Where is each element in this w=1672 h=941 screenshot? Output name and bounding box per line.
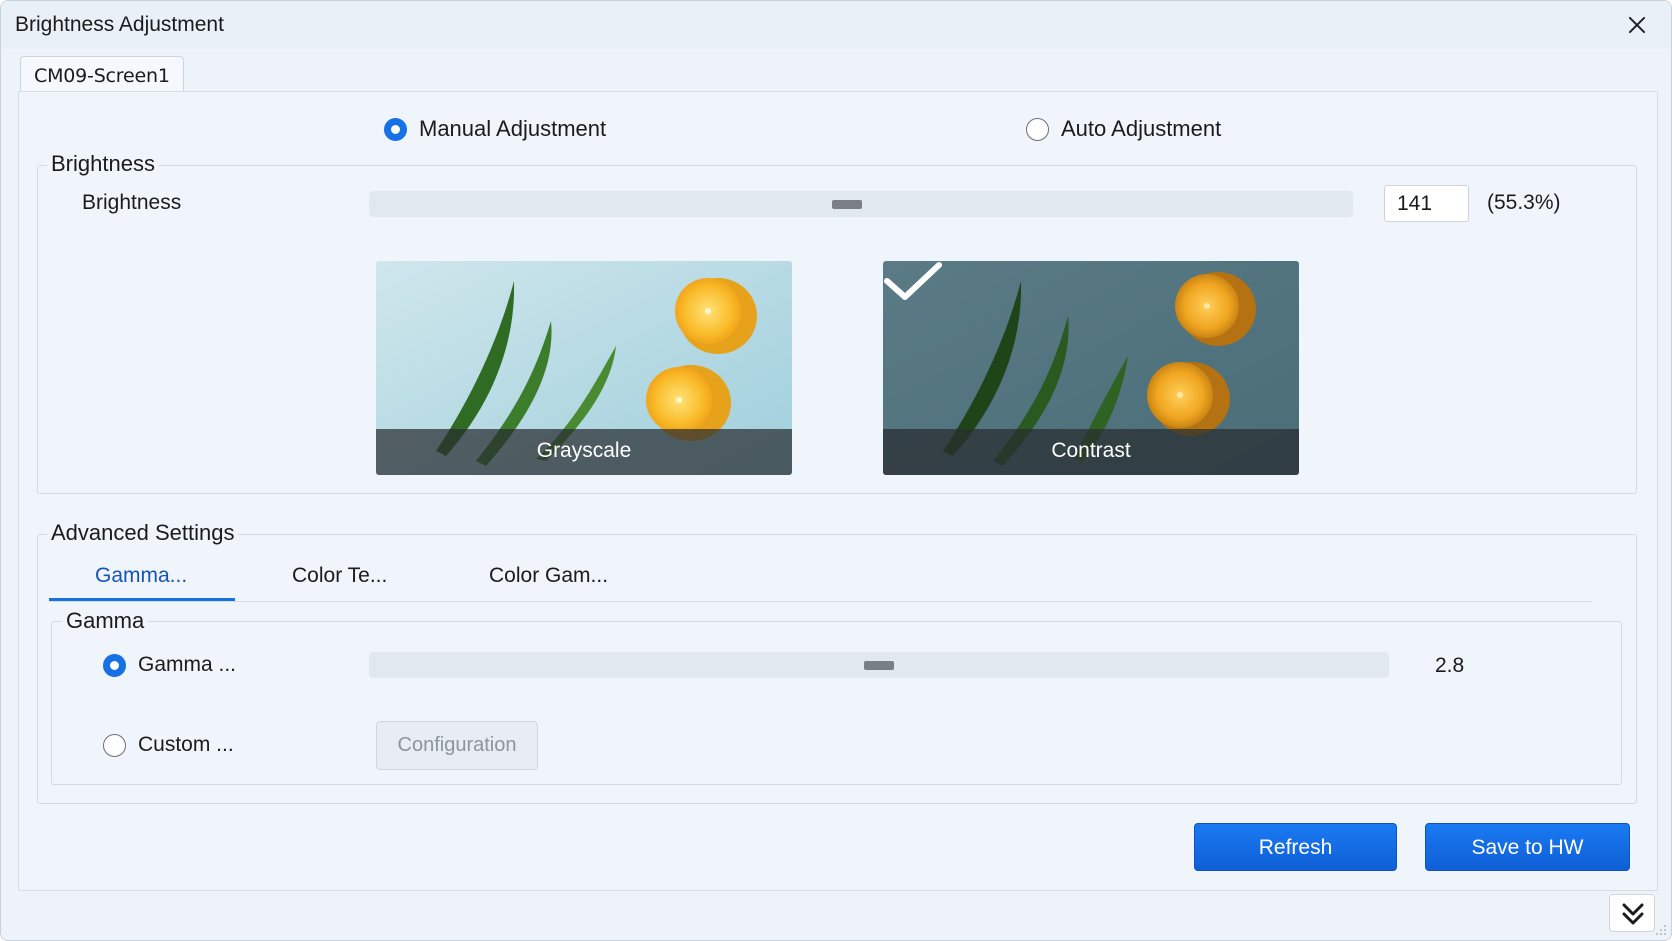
gamma-preset-radio[interactable]: Gamma ...	[103, 653, 236, 677]
contrast-caption: Contrast	[1051, 439, 1131, 462]
manual-adjustment-label: Manual Adjustment	[419, 116, 607, 141]
radio-checked-icon	[384, 117, 407, 141]
brightness-value-input[interactable]: 141	[1384, 185, 1469, 222]
brightness-slider-handle[interactable]	[832, 200, 862, 209]
close-icon[interactable]	[1623, 11, 1651, 39]
radio-unchecked-icon	[103, 733, 126, 757]
tab-divider	[49, 601, 1592, 602]
checkmark-icon	[884, 262, 942, 300]
advanced-settings-title: Advanced Settings	[47, 520, 239, 546]
brightness-percent: (55.3%)	[1487, 191, 1561, 214]
tab-color-temperature[interactable]: Color Te...	[292, 564, 387, 588]
title-bar: Brightness Adjustment	[1, 1, 1671, 49]
grayscale-preview[interactable]: Grayscale	[376, 261, 792, 475]
tab-gamma[interactable]: Gamma...	[95, 564, 187, 588]
expand-button[interactable]	[1609, 894, 1655, 932]
active-tab-indicator	[49, 598, 235, 601]
brightness-slider[interactable]	[369, 191, 1353, 217]
radio-unchecked-icon	[1026, 117, 1049, 141]
refresh-button[interactable]: Refresh	[1194, 823, 1397, 871]
custom-gamma-label: Custom ...	[138, 733, 234, 756]
configuration-button[interactable]: Configuration	[376, 721, 538, 770]
contrast-preview[interactable]: Contrast	[883, 261, 1299, 475]
gamma-value: 2.8	[1435, 654, 1465, 677]
tab-cm09-screen1[interactable]: CM09-Screen1	[20, 56, 184, 92]
gamma-slider[interactable]	[369, 652, 1389, 678]
radio-checked-icon	[103, 653, 126, 677]
custom-gamma-radio[interactable]: Custom ...	[103, 733, 234, 757]
gamma-group-title: Gamma	[62, 608, 149, 634]
double-chevron-down-icon	[1622, 903, 1644, 925]
gamma-group	[51, 621, 1622, 785]
auto-adjustment-label: Auto Adjustment	[1061, 116, 1222, 141]
manual-adjustment-radio[interactable]: Manual Adjustment	[384, 116, 606, 142]
save-to-hw-button[interactable]: Save to HW	[1425, 823, 1630, 871]
tab-color-gamut[interactable]: Color Gam...	[489, 564, 608, 588]
gamma-preset-label: Gamma ...	[138, 653, 237, 676]
gamma-slider-handle[interactable]	[864, 661, 894, 670]
auto-adjustment-radio[interactable]: Auto Adjustment	[1026, 116, 1221, 142]
grayscale-caption: Grayscale	[536, 439, 632, 462]
window-title: Brightness Adjustment	[15, 13, 224, 36]
resize-grip-icon[interactable]	[1655, 924, 1667, 936]
brightness-adjustment-dialog: Brightness Adjustment CM09-Screen1 Manua…	[0, 0, 1672, 941]
brightness-row-label: Brightness	[82, 191, 182, 214]
brightness-group-title: Brightness	[47, 151, 159, 177]
